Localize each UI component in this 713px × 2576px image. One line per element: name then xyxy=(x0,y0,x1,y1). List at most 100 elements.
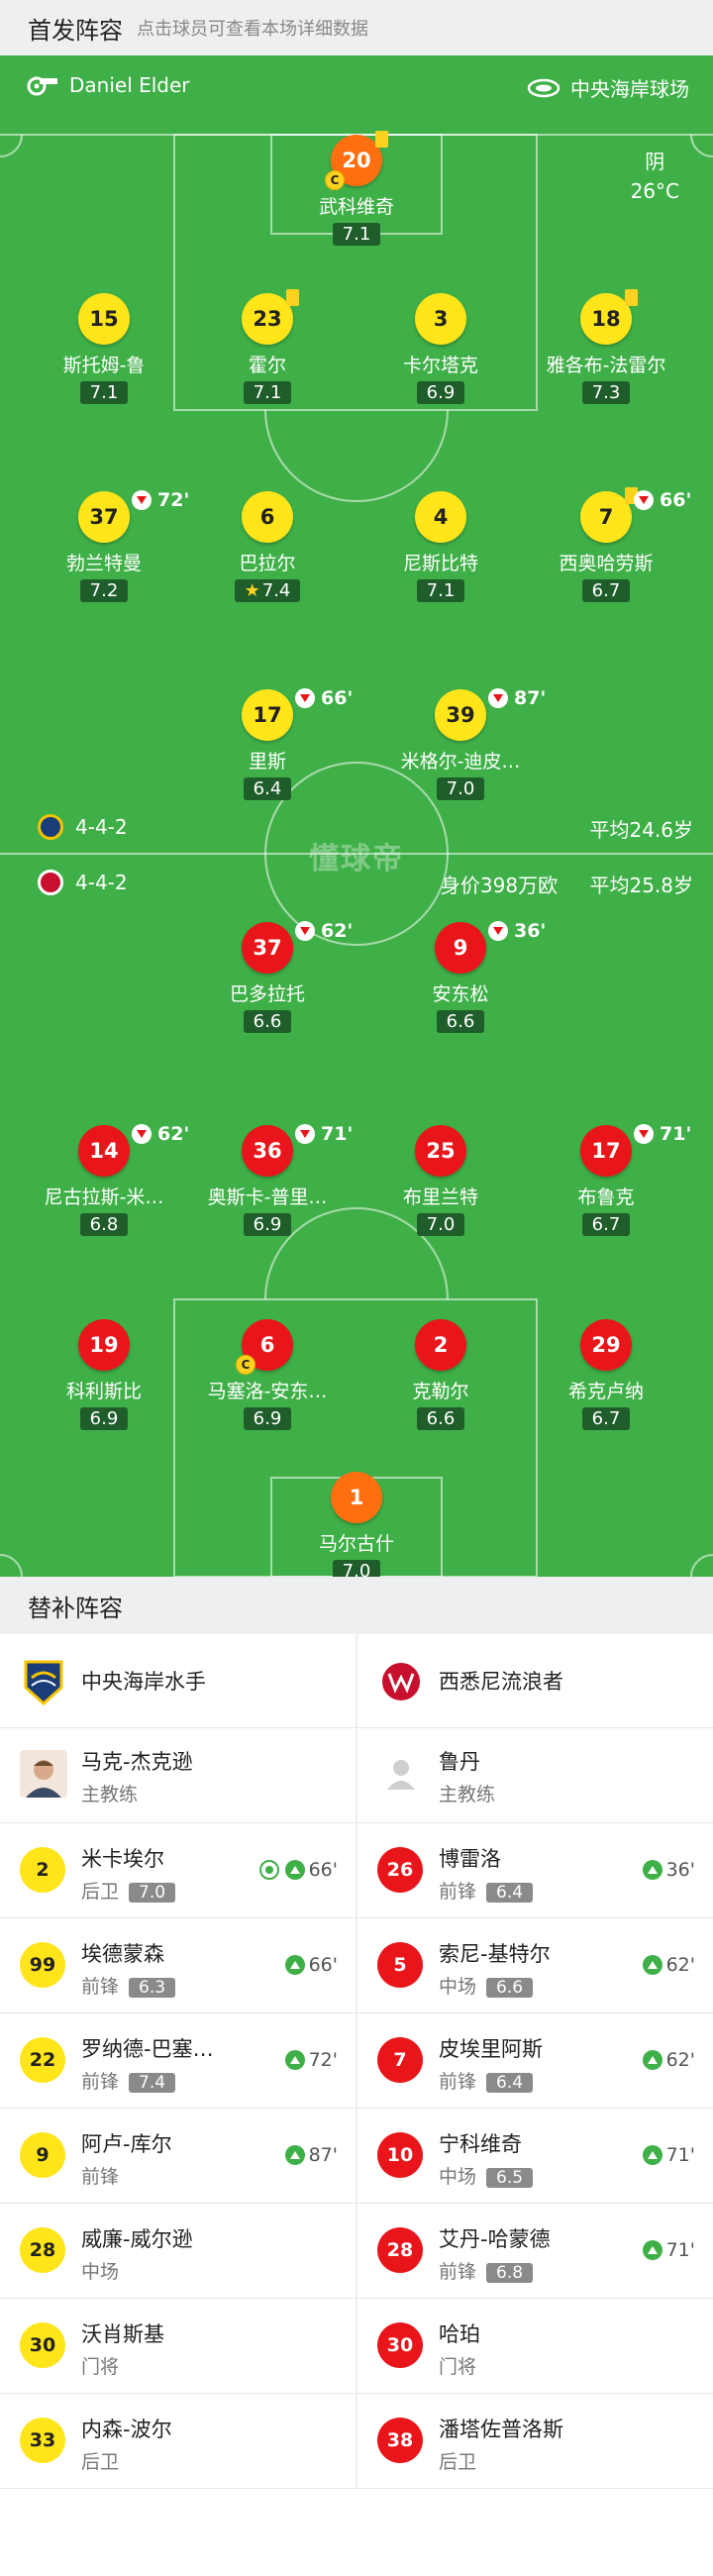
sub-position-label: 前锋 xyxy=(81,1976,120,1998)
player-rating-value: 6.9 xyxy=(89,1408,119,1429)
away-sub-row[interactable]: 10 宁科维奇 中场 6.5 71' xyxy=(357,2109,713,2204)
stadium-icon xyxy=(527,78,560,97)
sub-out-arrow-icon xyxy=(634,490,654,510)
substituted-in: 62' xyxy=(642,2049,695,2071)
substituted-in: 36' xyxy=(642,1859,695,1881)
sub-name: 艾丹-哈蒙德 xyxy=(439,2227,551,2251)
player-number-disc: 29 xyxy=(580,1319,632,1371)
sub-in-minute: 62' xyxy=(665,1954,695,1976)
away-sub-row[interactable]: 26 博雷洛 前锋 6.4 36' xyxy=(357,1823,713,1918)
sub-name: 埃德蒙森 xyxy=(81,1942,164,1966)
away-sub-row[interactable]: 38 潘塔佐普洛斯 后卫 xyxy=(357,2394,713,2489)
player-rating-value: 7.3 xyxy=(591,382,621,403)
player-number: 3 xyxy=(433,307,449,331)
home-player[interactable]: 6 巴拉尔 ★ 7.4 xyxy=(183,491,352,602)
sub-name: 威廉-威尔逊 xyxy=(81,2227,193,2251)
home-sub-row[interactable]: 22 罗纳德-巴塞… 前锋 7.4 72' xyxy=(0,2013,356,2109)
subs-panel: 中央海岸水手 马克-杰克逊 主教练 2 米卡埃尔 后卫 7.0 66' 99 埃德蒙森 前锋 6… xyxy=(0,1634,713,2576)
away-sub-row[interactable]: 5 索尼-基特尔 中场 6.6 62' xyxy=(357,1918,713,2013)
home-sub-row[interactable]: 33 内森-波尔 后卫 xyxy=(0,2394,356,2489)
sub-in-minute: 62' xyxy=(665,2049,695,2071)
player-number-disc: 1 xyxy=(331,1472,382,1523)
player-name: 斯托姆-鲁 xyxy=(62,355,146,376)
player-name: 尼古拉斯-米… xyxy=(44,1186,164,1208)
captain-icon: C xyxy=(325,170,345,190)
away-player[interactable]: 6 C 马塞洛-安东… 6.9 xyxy=(183,1319,352,1430)
away-sub-row[interactable]: 28 艾丹-哈蒙德 前锋 6.8 71' xyxy=(357,2204,713,2299)
home-sub-row[interactable]: 30 沃肖斯基 门将 xyxy=(0,2299,356,2394)
sub-number: 30 xyxy=(20,2322,65,2368)
referee: Daniel Elder xyxy=(26,73,190,97)
home-player[interactable]: 7 66' 西奥哈劳斯 6.7 xyxy=(522,487,691,602)
away-sub-row[interactable]: 7 皮埃里阿斯 前锋 6.4 62' xyxy=(357,2013,713,2109)
player-rating-value: 6.6 xyxy=(426,1408,456,1429)
substituted-in: 62' xyxy=(642,1954,695,1976)
away-player[interactable]: 1 马尔古什 7.0 xyxy=(272,1472,441,1577)
away-player[interactable]: 29 希克卢纳 6.7 xyxy=(522,1319,690,1430)
player-number: 14 xyxy=(89,1139,119,1163)
sub-number: 30 xyxy=(377,2322,423,2368)
sub-in-minute: 71' xyxy=(665,2239,695,2261)
home-sub-row[interactable]: 9 阿卢-库尔 前锋 87' xyxy=(0,2109,356,2204)
away-coach-role: 主教练 xyxy=(439,1784,496,1805)
home-player[interactable]: 15 斯托姆-鲁 7.1 xyxy=(20,293,188,404)
sub-position-label: 后卫 xyxy=(439,2451,477,2473)
substituted-in: 66' xyxy=(284,1954,338,1976)
home-sub-row[interactable]: 2 米卡埃尔 后卫 7.0 66' xyxy=(0,1823,356,1918)
sub-in-minute: 72' xyxy=(308,2049,338,2071)
sub-rating: 6.5 xyxy=(486,2168,534,2188)
away-subs-team[interactable]: 西悉尼流浪者 xyxy=(357,1634,713,1728)
home-player[interactable]: 3 卡尔塔克 6.9 xyxy=(356,293,525,404)
home-player[interactable]: 37 72' 勃兰特曼 7.2 xyxy=(20,489,189,602)
substituted-in: 71' xyxy=(642,2239,695,2261)
sub-out-arrow-icon xyxy=(295,921,315,941)
home-player[interactable]: 39 87' 米格尔-迪皮… 7.0 xyxy=(376,687,546,800)
away-player[interactable]: 25 布里兰特 7.0 xyxy=(356,1125,525,1236)
player-rating-value: 7.4 xyxy=(261,580,291,601)
player-rating: 7.1 xyxy=(416,579,465,602)
player-number: 37 xyxy=(253,936,282,960)
home-player[interactable]: 17 66' 里斯 6.4 xyxy=(183,687,353,800)
away-player[interactable]: 36 71' 奥斯卡-普里… 6.9 xyxy=(183,1123,353,1236)
person-placeholder-icon xyxy=(387,1760,415,1790)
away-player[interactable]: 19 科利斯比 6.9 xyxy=(20,1319,188,1430)
home-coach-row[interactable]: 马克-杰克逊 主教练 xyxy=(0,1728,356,1823)
sub-out-minute: 36' xyxy=(514,920,547,942)
player-number-disc: 19 xyxy=(78,1319,130,1371)
away-player[interactable]: 14 62' 尼古拉斯-米… 6.8 xyxy=(20,1123,189,1236)
player-rating: 6.7 xyxy=(581,1213,631,1236)
sub-position: 后卫 xyxy=(81,2447,119,2474)
sub-number: 28 xyxy=(377,2227,423,2273)
home-sub-row[interactable]: 99 埃德蒙森 前锋 6.3 66' xyxy=(0,1918,356,2013)
player-number: 6 xyxy=(259,505,275,529)
player-number: 19 xyxy=(89,1333,119,1357)
home-player[interactable]: 20 C 武科维奇 7.1 xyxy=(272,131,441,246)
away-coach-row[interactable]: 鲁丹 主教练 xyxy=(357,1728,713,1823)
sub-rating: 7.0 xyxy=(129,1883,176,1903)
away-player[interactable]: 9 36' 安东松 6.6 xyxy=(376,920,547,1033)
player-number: 1 xyxy=(349,1486,364,1509)
player-name: 布鲁克 xyxy=(577,1186,635,1208)
star-icon: ★ xyxy=(244,580,260,601)
sub-position-label: 后卫 xyxy=(81,2451,120,2473)
away-sub-row[interactable]: 30 哈珀 门将 xyxy=(357,2299,713,2394)
sub-position: 后卫 7.0 xyxy=(81,1877,176,1904)
player-name: 奥斯卡-普里… xyxy=(207,1186,328,1208)
player-rating: 7.0 xyxy=(436,777,485,800)
player-name: 安东松 xyxy=(432,983,489,1005)
player-rating: 6.7 xyxy=(581,579,631,602)
home-player[interactable]: 4 尼斯比特 7.1 xyxy=(356,491,525,602)
home-player[interactable]: 18 雅各布-法雷尔 7.3 xyxy=(522,289,690,404)
sub-position: 中场 6.6 xyxy=(439,1972,534,1999)
yellow-card-icon xyxy=(625,289,638,306)
sub-out-arrow-icon xyxy=(132,1124,152,1144)
away-player[interactable]: 17 71' 布鲁克 6.7 xyxy=(522,1123,691,1236)
home-player[interactable]: 23 霍尔 7.1 xyxy=(183,289,352,404)
home-sub-row[interactable]: 28 威廉-威尔逊 中场 xyxy=(0,2204,356,2299)
home-subs-team[interactable]: 中央海岸水手 xyxy=(0,1634,356,1728)
substituted-in: 72' xyxy=(284,2049,338,2071)
away-player[interactable]: 37 62' 巴多拉托 6.6 xyxy=(183,920,353,1033)
player-number-disc: 17 71' xyxy=(580,1123,691,1177)
away-player[interactable]: 2 克勒尔 6.6 xyxy=(356,1319,525,1430)
sub-name: 博雷洛 xyxy=(439,1847,501,1871)
